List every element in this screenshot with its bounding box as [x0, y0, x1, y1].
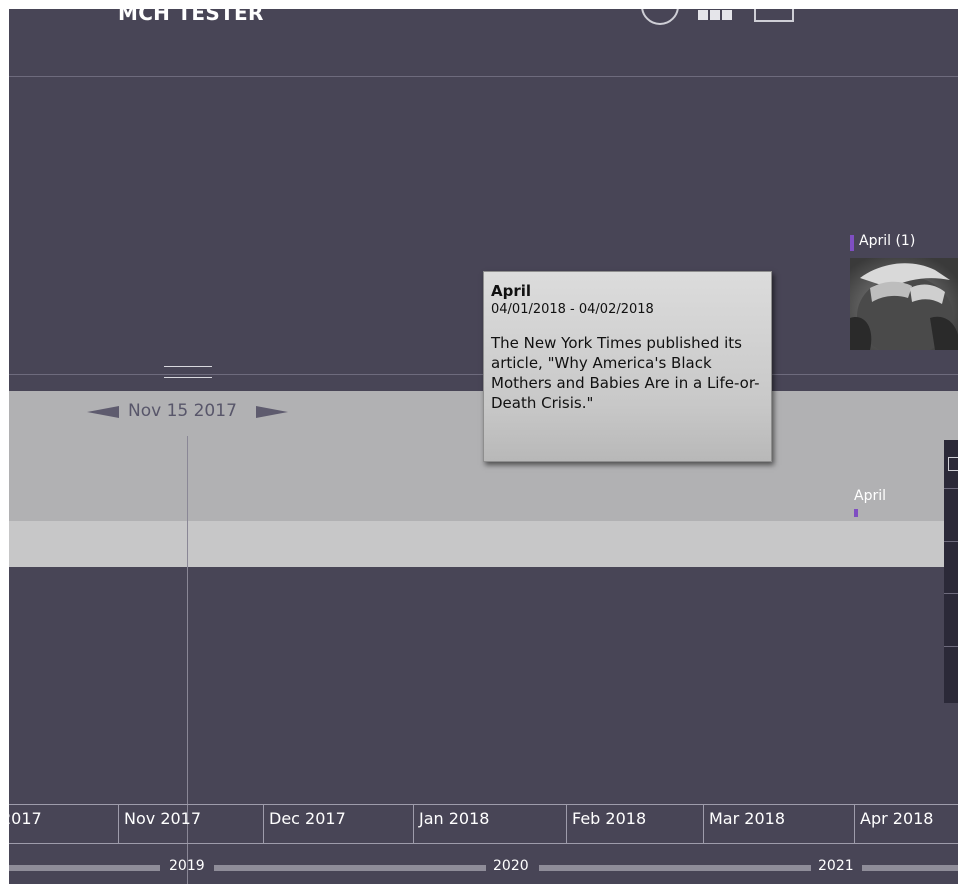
- side-toolbar-divider: [944, 541, 958, 542]
- expand-icon[interactable]: [948, 457, 958, 471]
- current-date-label: Nov 15 2017: [128, 401, 237, 421]
- next-arrow-icon[interactable]: [256, 406, 288, 418]
- year-bar[interactable]: [9, 865, 160, 871]
- side-toolbar-divider: [944, 646, 958, 647]
- side-toolbar-divider: [944, 488, 958, 489]
- timeline-band-secondary[interactable]: [9, 521, 958, 567]
- mail-icon[interactable]: [754, 9, 794, 22]
- year-bar[interactable]: [862, 865, 958, 871]
- side-toolbar-divider: [944, 593, 958, 594]
- event-media-label[interactable]: April (1): [859, 233, 915, 249]
- page-title: MCH TESTER: [118, 9, 264, 25]
- tooltip-date-range: 04/01/2018 - 04/02/2018: [491, 302, 654, 317]
- year-bar[interactable]: [539, 865, 811, 871]
- tooltip-title: April: [491, 282, 532, 300]
- tooltip-description: The New York Times published its article…: [491, 334, 760, 412]
- month-label[interactable]: 2017: [9, 805, 118, 843]
- resize-handle[interactable]: [164, 366, 212, 378]
- year-bar[interactable]: [214, 865, 486, 871]
- month-axis: 2017 Nov 2017 Dec 2017 Jan 2018 Feb 2018…: [9, 804, 958, 844]
- band-event-marker[interactable]: [854, 509, 858, 517]
- event-image[interactable]: [850, 258, 958, 350]
- timeline-app: MCH TESTER April (1) Nov 15 2017 April A…: [9, 9, 958, 884]
- year-axis: 2019 2020 2021: [9, 858, 958, 878]
- month-label[interactable]: Nov 2017: [118, 805, 263, 843]
- year-label[interactable]: 2020: [493, 858, 529, 874]
- grid-icon[interactable]: [698, 10, 732, 20]
- event-tooltip: April 04/01/2018 - 04/02/2018 The New Yo…: [483, 271, 772, 462]
- month-label[interactable]: Dec 2017: [263, 805, 413, 843]
- event-color-marker: [850, 235, 854, 251]
- month-label[interactable]: Feb 2018: [566, 805, 703, 843]
- month-label[interactable]: Apr 2018: [854, 805, 958, 843]
- year-label[interactable]: 2019: [169, 858, 205, 874]
- year-label[interactable]: 2021: [818, 858, 854, 874]
- month-label[interactable]: Jan 2018: [413, 805, 566, 843]
- previous-arrow-icon[interactable]: [87, 406, 119, 418]
- circle-icon[interactable]: [641, 9, 679, 25]
- month-label[interactable]: Mar 2018: [703, 805, 854, 843]
- side-toolbar[interactable]: [944, 440, 958, 703]
- band-event-label[interactable]: April: [854, 488, 886, 504]
- header-divider: [9, 76, 958, 77]
